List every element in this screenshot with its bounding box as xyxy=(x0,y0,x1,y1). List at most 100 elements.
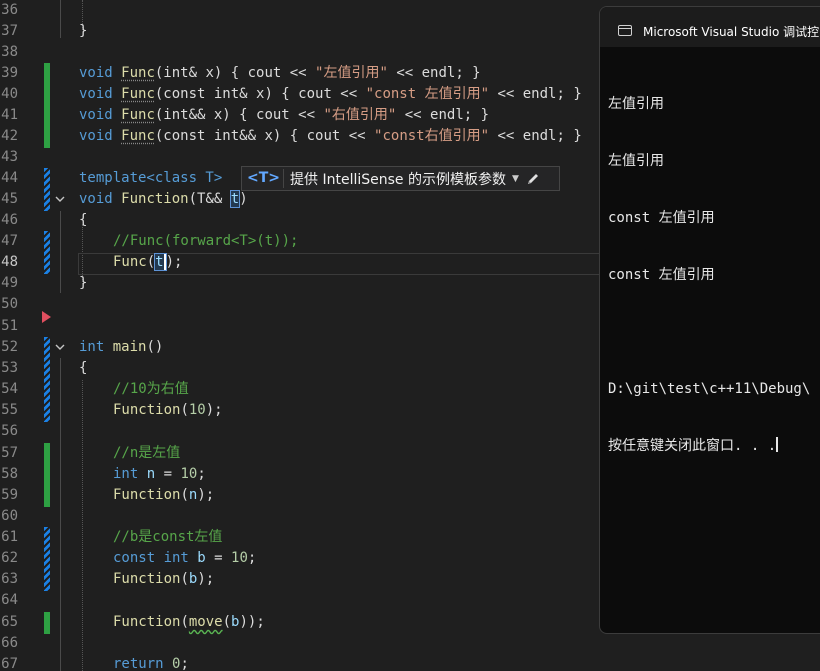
code-text: Function(10); xyxy=(113,400,223,421)
comment: //n是左值 xyxy=(113,445,181,461)
code-text: void Func(const int& x) { cout << "const… xyxy=(79,84,582,105)
console-output[interactable]: 左值引用 左值引用 const 左值引用 const 左值引用 D:\git\t… xyxy=(608,57,810,494)
number-literal: 10 xyxy=(231,550,248,566)
chevron-down-icon[interactable]: ▼ xyxy=(512,174,519,184)
line-number: 63 xyxy=(1,571,18,587)
code-token: ( xyxy=(180,402,189,418)
code-text: Function(n); xyxy=(113,485,214,506)
debug-console-window[interactable]: Microsoft Visual Studio 调试控 左值引用 左值引用 co… xyxy=(599,6,820,634)
console-cursor xyxy=(776,437,779,452)
code-token: )); xyxy=(239,614,265,630)
change-marker-unsaved xyxy=(44,358,50,380)
function-name[interactable]: Function xyxy=(113,614,180,630)
function-name[interactable]: Function xyxy=(121,191,188,207)
line-number: 52 xyxy=(1,339,18,355)
line-number: 38 xyxy=(1,44,18,60)
code-text: { xyxy=(79,212,88,228)
line-number: 62 xyxy=(1,550,18,566)
code-token: << endl; } xyxy=(489,86,582,102)
string-literal: "const 左值引用" xyxy=(365,86,490,102)
line-number: 58 xyxy=(1,466,18,482)
text-cursor-t-highlight[interactable]: t xyxy=(154,253,167,271)
code-token: << endl; } xyxy=(396,107,490,123)
variable: n xyxy=(146,466,156,482)
code-token: = xyxy=(205,550,232,566)
code-token: ( xyxy=(180,571,189,587)
code-token: ; xyxy=(247,550,257,566)
change-marker-saved xyxy=(44,63,50,85)
line-number: 42 xyxy=(1,128,18,144)
change-marker-saved xyxy=(44,443,50,465)
keyword: return xyxy=(113,656,173,671)
code-line[interactable]: 66 xyxy=(0,633,820,654)
function-name[interactable]: Function xyxy=(113,487,180,503)
line-number: 56 xyxy=(1,423,18,439)
line-number: 60 xyxy=(1,508,18,524)
function-name[interactable]: Func xyxy=(121,65,155,81)
code-token: << endl; } xyxy=(387,65,481,81)
keyword: void xyxy=(79,128,122,144)
code-token: ( xyxy=(146,254,156,270)
code-token: ); xyxy=(197,487,215,503)
function-name[interactable]: main xyxy=(113,339,147,355)
function-name[interactable]: Func xyxy=(121,86,155,102)
variable: b xyxy=(197,550,206,566)
console-app-icon xyxy=(618,25,632,36)
keyword: void xyxy=(79,65,122,81)
line-number: 40 xyxy=(1,86,18,102)
line-number: 41 xyxy=(1,107,18,123)
template-param-badge[interactable]: <T> xyxy=(244,169,285,188)
function-name[interactable]: Func xyxy=(113,254,147,270)
line-number: 36 xyxy=(1,2,18,18)
console-line: const 左值引用 xyxy=(608,267,715,283)
code-editor[interactable]: 36 37 } 38 39 void Func(int& x) { cout <… xyxy=(0,0,820,671)
code-text: Func(t); xyxy=(113,252,182,273)
function-name[interactable]: Func xyxy=(121,128,155,144)
chevron-down-icon[interactable] xyxy=(54,340,66,354)
comment: //10为右值 xyxy=(113,381,189,397)
code-token: () xyxy=(146,339,164,355)
line-number: 48 xyxy=(1,254,18,270)
intellisense-template-bar[interactable]: <T> 提供 IntelliSense 的示例模板参数 ▼ xyxy=(241,166,560,191)
console-titlebar[interactable]: Microsoft Visual Studio 调试控 xyxy=(600,7,820,47)
keyword: void xyxy=(79,191,122,207)
function-name[interactable]: Function xyxy=(113,402,180,418)
code-text: const int b = 10; xyxy=(113,548,256,569)
console-line: const 左值引用 xyxy=(608,210,715,226)
line-number: 65 xyxy=(1,614,18,630)
string-literal: "右值引用" xyxy=(323,107,397,123)
code-text: int n = 10; xyxy=(113,464,206,485)
chevron-down-icon[interactable] xyxy=(54,192,66,206)
code-text: Function(b); xyxy=(113,569,214,590)
line-number: 44 xyxy=(1,170,18,186)
function-name[interactable]: Function xyxy=(113,571,180,587)
function-name-warning[interactable]: move xyxy=(189,614,223,630)
pencil-icon[interactable] xyxy=(525,171,541,187)
change-marker-unsaved xyxy=(44,168,50,190)
code-text: return 0; xyxy=(113,654,189,671)
line-number: 61 xyxy=(1,529,18,545)
line-number: 51 xyxy=(1,318,18,334)
code-text: { xyxy=(79,360,88,376)
parameter-t-highlight[interactable]: t xyxy=(229,190,241,208)
code-token: ; xyxy=(197,466,206,482)
line-number: 55 xyxy=(1,402,18,418)
change-marker-unsaved xyxy=(44,527,50,549)
code-token: (int&& x) { cout << xyxy=(154,107,324,123)
line-number: 43 xyxy=(1,149,18,165)
keyword: int xyxy=(79,339,113,355)
line-number: 37 xyxy=(1,23,18,39)
code-token: ); xyxy=(165,254,183,270)
change-marker-saved xyxy=(44,84,50,106)
code-line[interactable]: 67 return 0; xyxy=(0,654,820,671)
keyword: const int xyxy=(113,550,198,566)
change-marker-unsaved xyxy=(44,548,50,570)
keyword: void xyxy=(79,107,122,123)
code-text: void Func(const int&& x) { cout << "cons… xyxy=(79,126,582,147)
comment: //Func(forward<T>(t)); xyxy=(113,233,299,249)
intellisense-label[interactable]: 提供 IntelliSense 的示例模板参数 xyxy=(290,169,506,189)
code-token: ( xyxy=(180,487,189,503)
function-name[interactable]: Func xyxy=(121,107,155,123)
change-marker-saved xyxy=(44,612,50,634)
console-line: D:\git\test\c++11\Debug\ xyxy=(608,381,811,397)
